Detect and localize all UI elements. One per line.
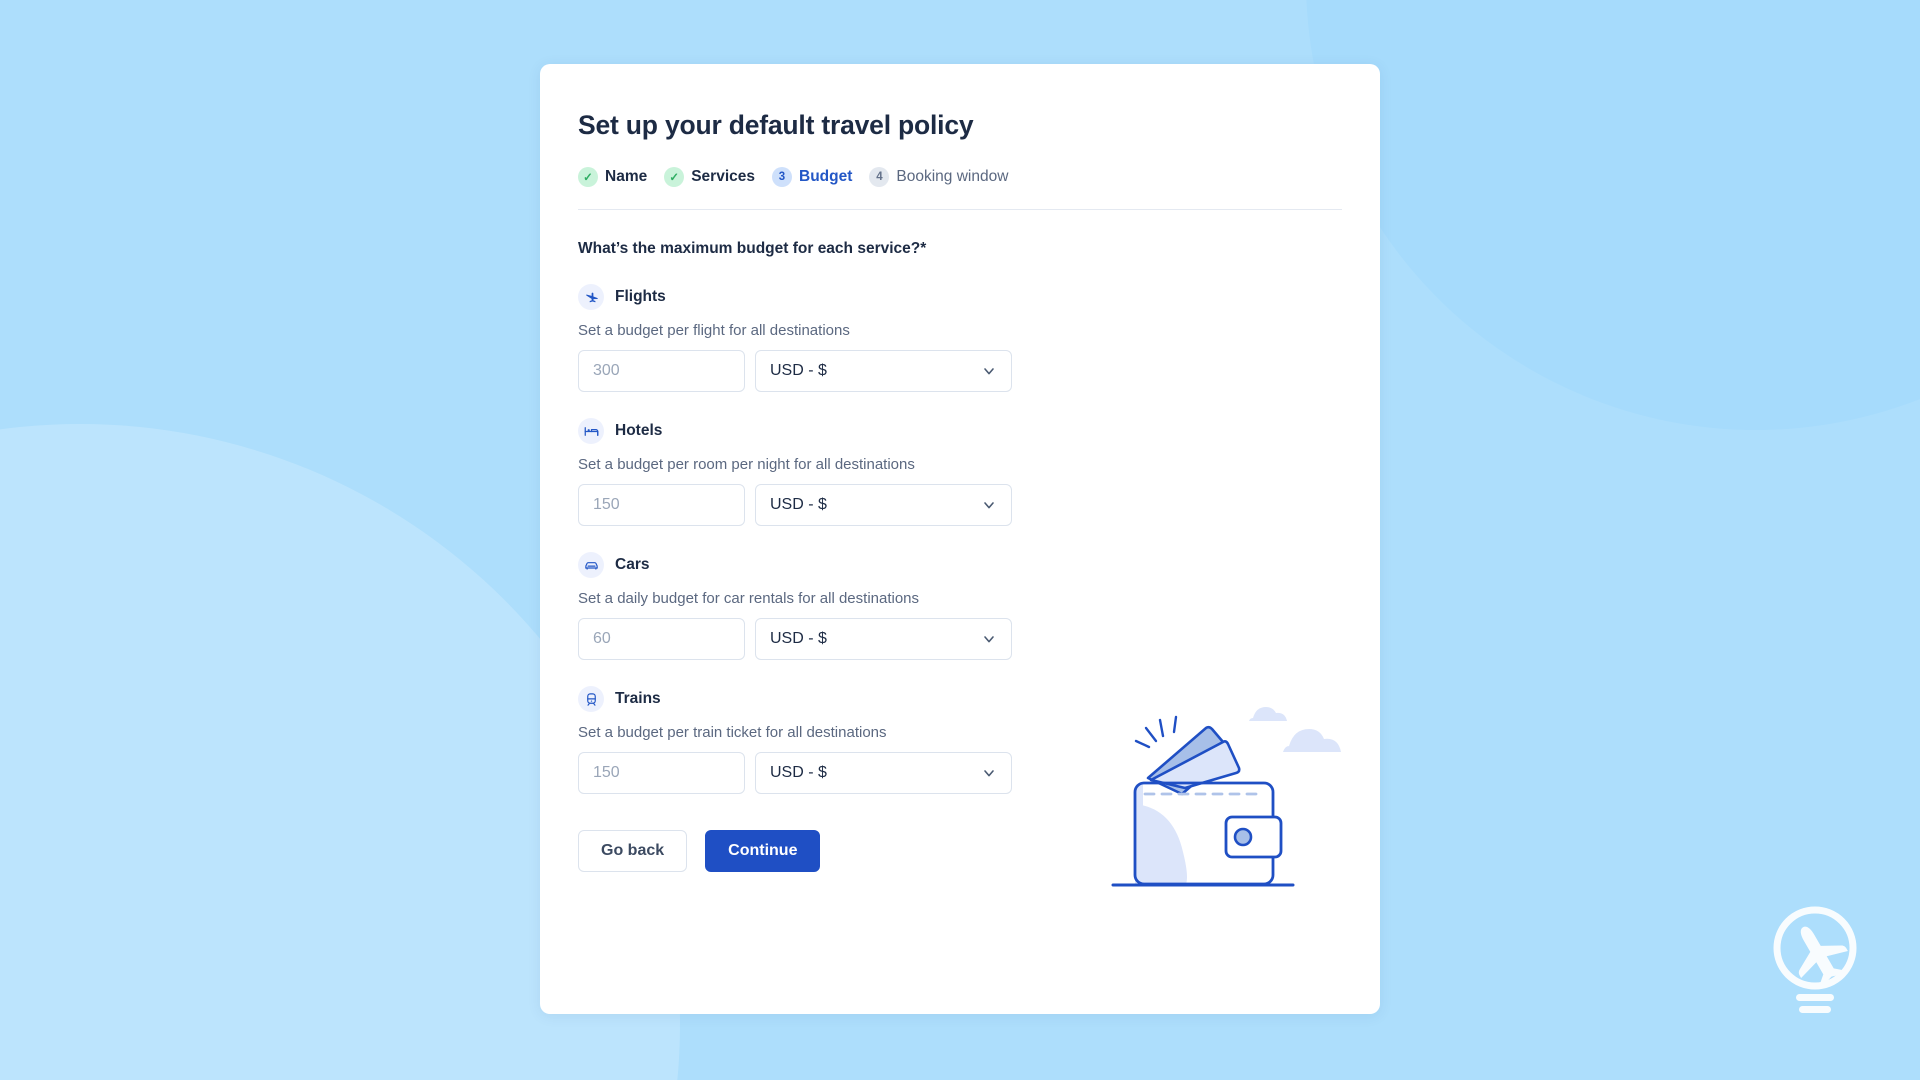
chevron-down-icon (984, 502, 994, 509)
step-label: Booking window (896, 168, 1009, 185)
service-name: Hotels (615, 422, 663, 439)
budget-field-row: USD - $ (578, 618, 1342, 660)
service-name: Trains (615, 690, 661, 707)
budget-field-row: USD - $ (578, 350, 1342, 392)
service-description: Set a budget per train ticket for all de… (578, 724, 887, 741)
chevron-down-icon (984, 368, 994, 375)
service-trains: Trains Set a budget per train ticket for… (578, 686, 1342, 794)
step-booking-window[interactable]: 4 Booking window (869, 167, 1008, 187)
cars-budget-input[interactable] (578, 618, 745, 660)
check-icon: ✓ (664, 167, 685, 187)
budget-field-row: USD - $ (578, 752, 1342, 794)
service-description: Set a daily budget for car rentals for a… (578, 590, 920, 607)
currency-value: USD - $ (770, 630, 827, 647)
background-circle-top-right (1306, 0, 1920, 430)
currency-value: USD - $ (770, 496, 827, 513)
hotels-currency-select[interactable]: USD - $ (755, 484, 1012, 526)
step-label: Budget (799, 168, 853, 185)
chevron-down-icon (984, 636, 994, 643)
step-number-badge: 4 (869, 167, 890, 187)
service-name: Cars (615, 556, 650, 573)
flights-budget-input[interactable] (578, 350, 745, 392)
hotels-budget-input[interactable] (578, 484, 745, 526)
continue-button[interactable]: Continue (705, 830, 821, 872)
budget-field-row: USD - $ (578, 484, 1342, 526)
currency-value: USD - $ (770, 764, 827, 781)
travel-policy-card: Set up your default travel policy ✓ Name… (540, 64, 1380, 1014)
airplane-icon (578, 284, 604, 310)
service-flights: Flights Set a budget per flight for all … (578, 284, 1342, 392)
budget-question-label: What’s the maximum budget for each servi… (578, 240, 927, 257)
header-divider (578, 209, 1342, 210)
step-budget[interactable]: 3 Budget (772, 167, 852, 187)
trains-currency-select[interactable]: USD - $ (755, 752, 1012, 794)
step-number-badge: 3 (772, 167, 792, 187)
step-label: Services (691, 168, 755, 185)
car-icon (578, 552, 604, 578)
service-header: Flights (578, 284, 1342, 310)
currency-value: USD - $ (770, 362, 827, 379)
form-actions: Go back Continue (578, 830, 1342, 872)
step-label: Name (605, 168, 648, 185)
go-back-button[interactable]: Go back (578, 830, 688, 872)
service-header: Cars (578, 552, 1342, 578)
train-icon (578, 686, 604, 712)
service-header: Trains (578, 686, 1342, 712)
service-description: Set a budget per flight for all destinat… (578, 322, 850, 339)
wizard-stepper: ✓ Name ✓ Services 3 Budget 4 Booking win… (578, 167, 1342, 187)
page-title: Set up your default travel policy (578, 110, 974, 140)
flights-currency-select[interactable]: USD - $ (755, 350, 1012, 392)
step-name[interactable]: ✓ Name (578, 167, 647, 187)
trains-budget-input[interactable] (578, 752, 745, 794)
step-services[interactable]: ✓ Services (664, 167, 755, 187)
lightbulb-airplane-logo (1773, 906, 1857, 1013)
check-icon: ✓ (578, 167, 598, 187)
service-description: Set a budget per room per night for all … (578, 456, 915, 473)
service-hotels: Hotels Set a budget per room per night f… (578, 418, 1342, 526)
cars-currency-select[interactable]: USD - $ (755, 618, 1012, 660)
service-header: Hotels (578, 418, 1342, 444)
bed-icon (578, 418, 604, 444)
chevron-down-icon (984, 770, 994, 777)
service-cars: Cars Set a daily budget for car rentals … (578, 552, 1342, 660)
service-name: Flights (615, 288, 666, 305)
